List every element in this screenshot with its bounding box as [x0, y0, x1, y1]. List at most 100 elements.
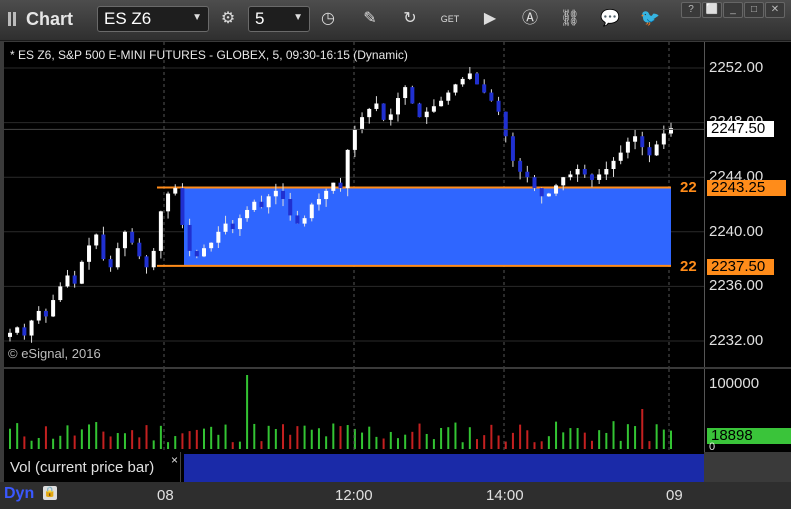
time-tick: 09 — [666, 487, 683, 504]
candle-body — [180, 188, 185, 225]
time-axis[interactable]: Dyn 🔒 08 12:00 14:00 09 — [0, 482, 791, 509]
candle-body — [510, 136, 515, 161]
candle-body — [237, 218, 242, 230]
volume-bar — [361, 432, 364, 449]
close-study-icon[interactable]: × — [171, 453, 178, 467]
volume-bar — [116, 433, 119, 449]
link-icon[interactable]: ⛓ — [556, 6, 584, 32]
volume-bar — [131, 430, 134, 449]
play-icon[interactable]: ▶ — [476, 6, 504, 32]
volume-bar — [483, 435, 486, 449]
symbol-settings-icon[interactable]: ⚙ — [214, 6, 242, 32]
candle-body — [65, 275, 70, 287]
candle-body — [166, 193, 171, 212]
minimize-button[interactable]: _ — [723, 2, 743, 18]
candle-body — [259, 201, 264, 208]
volume-bar — [641, 409, 644, 449]
volume-bar — [511, 432, 514, 449]
maximize-button[interactable]: □ — [744, 2, 764, 18]
candle-body — [446, 92, 451, 101]
volume-bar — [167, 442, 170, 449]
candle-body — [669, 128, 673, 134]
volume-bar — [504, 441, 507, 449]
volume-bar — [66, 425, 69, 449]
candle-body — [79, 261, 84, 284]
candle-body — [324, 190, 329, 200]
price-tick: 2236.00 — [709, 277, 764, 294]
volume-bar — [555, 421, 558, 449]
price-axis[interactable]: 2252.00 2248.00 2244.00 2240.00 2236.00 … — [704, 42, 791, 367]
candle-body — [460, 78, 465, 85]
time-tick: 08 — [157, 487, 174, 504]
volume-bar — [533, 442, 536, 449]
candle-body — [209, 242, 214, 249]
restore-button[interactable]: ⬜ — [702, 2, 722, 18]
volume-bar — [210, 426, 213, 449]
interval-field[interactable]: 5 ▼ — [248, 6, 310, 32]
time-tick: 14:00 — [486, 487, 524, 504]
volume-bar — [181, 433, 184, 449]
lock-icon[interactable]: 🔒 — [43, 486, 57, 500]
volume-bar — [73, 435, 76, 449]
volume-bar — [317, 428, 320, 449]
volume-bar — [454, 422, 457, 449]
candle-body — [29, 320, 34, 336]
volume-bar — [260, 441, 263, 449]
volume-bar — [519, 424, 522, 449]
candle-body — [295, 215, 300, 224]
volume-bar — [145, 425, 148, 449]
volume-bar — [526, 430, 529, 449]
copyright: © eSignal, 2016 — [8, 346, 101, 361]
volume-bar — [418, 423, 421, 449]
candle-body — [482, 84, 487, 93]
volume-bar — [590, 440, 593, 449]
candlestick-plot[interactable] — [4, 42, 704, 367]
symbol-field[interactable]: ES Z6 ▼ — [97, 6, 209, 32]
twitter-icon[interactable]: 🐦 — [636, 6, 664, 32]
refresh-icon[interactable]: ↻ — [396, 6, 424, 32]
candle-body — [302, 218, 307, 224]
volume-bar — [174, 436, 177, 449]
help-button[interactable]: ? — [681, 2, 701, 18]
candle-body — [309, 204, 314, 219]
candle-body — [87, 245, 92, 262]
candle-body — [122, 231, 127, 249]
volume-bar — [490, 424, 493, 449]
comment-icon[interactable]: 💬 — [596, 6, 624, 32]
volume-bar — [605, 432, 608, 449]
dynamic-mode-label[interactable]: Dyn — [4, 485, 34, 503]
candle-body — [352, 129, 357, 150]
pencil-icon[interactable]: ✎ — [356, 6, 384, 32]
candle-body — [252, 201, 257, 210]
volume-bar — [375, 436, 378, 449]
price-axis-marks — [705, 42, 791, 367]
candle-body — [72, 275, 77, 284]
candle-body — [518, 160, 523, 172]
close-button[interactable]: ✕ — [765, 2, 785, 18]
volume-bar — [497, 435, 500, 449]
volume-bar — [583, 432, 586, 449]
volume-bar — [662, 429, 665, 449]
study-label-box[interactable]: Vol (current price bar) × — [4, 452, 181, 482]
clock-icon[interactable]: ◷ — [314, 6, 342, 32]
volume-axis: 100000 18898 0 — [704, 369, 791, 453]
volume-pane[interactable] — [4, 369, 704, 452]
volume-bar — [576, 428, 579, 449]
price-chart[interactable]: * ES Z6, S&P 500 E-MINI FUTURES - GLOBEX… — [4, 42, 704, 367]
chart-window: Chart ES Z6 ▼ ⚙ 5 ▼ ◷ ✎ ↻ GET ▶ Ⓐ ⛓ 💬 🐦 ? … — [0, 0, 791, 509]
volume-bar — [569, 428, 572, 449]
volume-bar — [296, 426, 299, 449]
volume-bar — [59, 435, 62, 449]
candle-body — [503, 111, 508, 137]
alert-icon[interactable]: Ⓐ — [516, 6, 544, 32]
volume-bar — [634, 426, 637, 449]
symbol-value: ES Z6 — [104, 9, 152, 28]
chevron-down-icon[interactable]: ▼ — [192, 12, 202, 23]
candle-body — [496, 100, 501, 112]
get-icon[interactable]: GET — [436, 6, 464, 32]
candle-body — [8, 332, 12, 337]
candle-body — [561, 177, 566, 186]
candle-body — [51, 300, 56, 317]
chevron-down-icon[interactable]: ▼ — [293, 12, 303, 23]
volume-bars — [9, 369, 672, 452]
